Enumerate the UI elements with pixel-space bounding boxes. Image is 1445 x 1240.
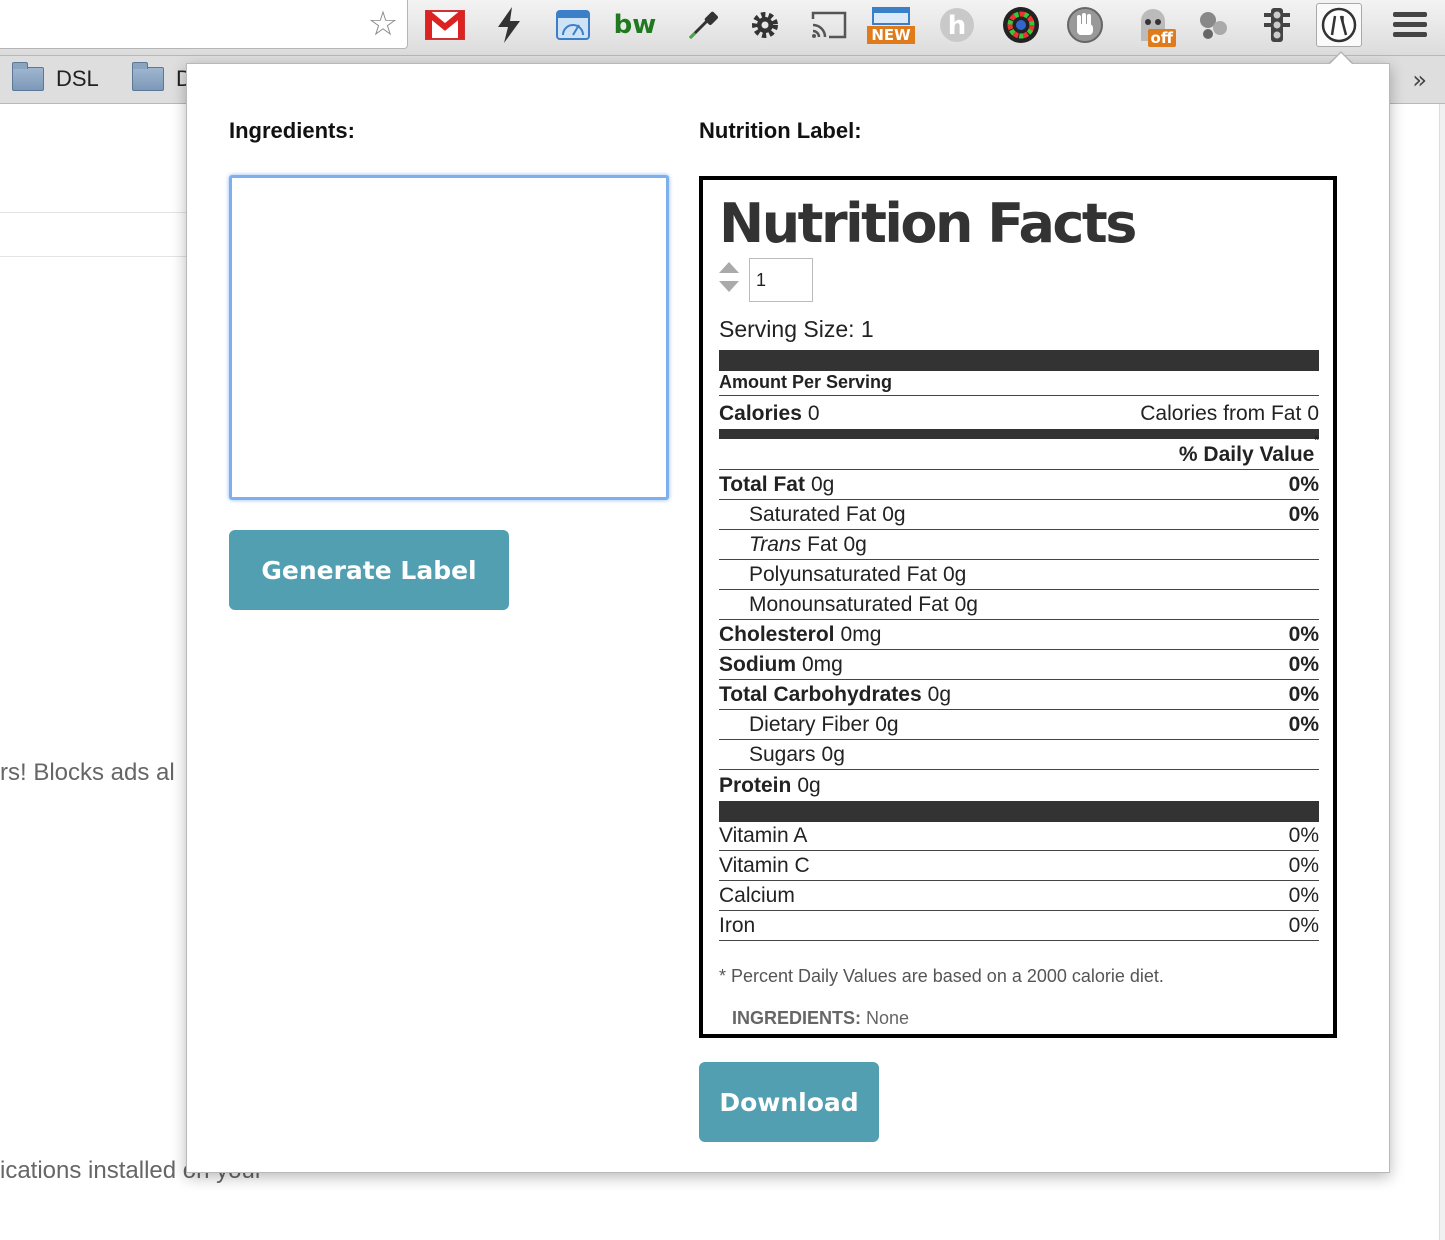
popup-arrow-fill xyxy=(1329,53,1353,65)
color-wheel-extension-icon[interactable] xyxy=(998,3,1044,47)
stepper-up-arrow-icon[interactable] xyxy=(719,262,739,273)
daily-value-percent: 0% xyxy=(1288,473,1319,496)
nutrient-row-saturated-fat: Saturated Fat 0g 0% xyxy=(719,500,1319,530)
daily-value-percent: 0% xyxy=(1288,914,1319,937)
daily-value-percent: 0% xyxy=(1288,653,1319,676)
daily-value-percent: 0% xyxy=(1288,623,1319,646)
ghost-off-extension-icon[interactable]: off xyxy=(1130,3,1176,47)
thick-divider xyxy=(719,801,1319,822)
gmail-extension-icon[interactable] xyxy=(422,3,468,47)
nutrient-row-dietary-fiber: Dietary Fiber 0g 0% xyxy=(719,710,1319,740)
nutrition-label-heading: Nutrition Label: xyxy=(699,118,862,143)
calories-label: Calories xyxy=(719,402,802,425)
nutrition-facts-title: Nutrition Facts xyxy=(719,192,1137,255)
background-text: rs! Blocks ads al xyxy=(0,759,175,786)
nutrient-row-monounsaturated-fat: Monounsaturated Fat 0g xyxy=(719,590,1319,620)
extension-popup: Ingredients: Nutrition Label: Generate L… xyxy=(186,63,1390,1173)
generate-label-button[interactable]: Generate Label xyxy=(229,530,509,610)
daily-value-header-row: % Daily Value* xyxy=(719,433,1319,470)
nutrient-row-sodium: Sodium 0mg 0% xyxy=(719,650,1319,680)
vitamin-row-calcium: Calcium 0% xyxy=(719,881,1319,911)
nutrition-facts-label: Nutrition Facts Serving Size: 1 Amount P… xyxy=(699,176,1337,1038)
background-divider xyxy=(0,256,190,257)
label-ingredients-heading: INGREDIENTS: xyxy=(732,1008,862,1028)
vitamin-row-vitamin-c: Vitamin C 0% xyxy=(719,851,1319,881)
bookmark-star-icon[interactable]: ☆ xyxy=(365,4,401,44)
off-badge: off xyxy=(1147,29,1176,47)
daily-value-percent: 0% xyxy=(1288,824,1319,847)
h-extension-icon[interactable]: h xyxy=(934,3,980,47)
svg-text:h: h xyxy=(948,11,967,41)
bookmarks-overflow-icon[interactable]: » xyxy=(1412,66,1427,94)
servings-input[interactable] xyxy=(749,258,813,302)
bookmark-label: DSL xyxy=(56,66,99,91)
nutrient-row-polyunsaturated-fat: Polyunsaturated Fat 0g xyxy=(719,560,1319,590)
folder-icon xyxy=(132,62,164,91)
nutrition-label-extension-icon[interactable] xyxy=(1316,3,1362,47)
nutrient-row-total-carbohydrates: Total Carbohydrates 0g 0% xyxy=(719,680,1319,710)
gear-extension-icon[interactable] xyxy=(742,3,788,47)
label-ingredients-value: None xyxy=(866,1008,910,1028)
serving-size: Serving Size: 1 xyxy=(719,316,874,343)
bookmark-folder-dsl[interactable]: DSL xyxy=(12,62,99,93)
bw-extension-icon[interactable]: bw xyxy=(612,3,658,47)
servings-stepper[interactable] xyxy=(719,262,739,298)
speedtest-extension-icon[interactable] xyxy=(550,3,596,47)
nutrient-row-total-fat: Total Fat 0g 0% xyxy=(719,470,1319,500)
vitamin-row-vitamin-a: Vitamin A 0% xyxy=(719,821,1319,851)
browser-toolbar: ☆ bw NEW h off xyxy=(0,0,1445,56)
stepper-down-arrow-icon[interactable] xyxy=(719,281,739,292)
background-divider xyxy=(0,212,190,213)
bubbles-extension-icon[interactable] xyxy=(1190,3,1236,47)
nutrient-row-protein: Protein 0g xyxy=(719,774,821,797)
page-scrollbar[interactable] xyxy=(1439,104,1445,1240)
medium-divider xyxy=(719,429,1319,439)
nutrient-row-trans-fat: Trans Fat 0g xyxy=(719,530,1319,560)
calories-from-fat-label: Calories from Fat xyxy=(1140,402,1302,425)
vitamin-row-iron: Iron 0% xyxy=(719,911,1319,941)
serving-size-label: Serving Size: xyxy=(719,316,855,342)
address-bar[interactable]: ☆ xyxy=(0,0,408,49)
folder-icon xyxy=(12,62,44,91)
daily-value-percent: 0% xyxy=(1288,683,1319,706)
amount-per-serving: Amount Per Serving xyxy=(719,372,893,392)
label-ingredients: INGREDIENTS: None xyxy=(732,1008,909,1029)
cast-extension-icon[interactable] xyxy=(806,3,852,47)
ingredients-heading: Ingredients: xyxy=(229,118,355,143)
traffic-light-extension-icon[interactable] xyxy=(1254,3,1300,47)
calories-row: Calories 0 Calories from Fat 0 xyxy=(719,398,1319,428)
browser-menu-icon[interactable] xyxy=(1393,12,1427,38)
daily-value-percent: 0% xyxy=(1288,854,1319,877)
calories-from-fat-value: 0 xyxy=(1307,402,1319,425)
daily-value-footnote: * Percent Daily Values are based on a 20… xyxy=(719,966,1164,986)
amount-per-serving-row: Amount Per Serving xyxy=(719,368,1319,396)
daily-value-percent: 0% xyxy=(1288,503,1319,526)
download-button[interactable]: Download xyxy=(699,1062,879,1142)
bookmark-folder-d[interactable]: D xyxy=(132,62,192,93)
new-badge: NEW xyxy=(867,26,915,44)
hand-stop-extension-icon[interactable] xyxy=(1062,3,1108,47)
daily-value-percent: 0% xyxy=(1288,713,1319,736)
calories-value: 0 xyxy=(807,402,820,425)
daily-value-percent: 0% xyxy=(1288,884,1319,907)
nutrient-row-sugars: Sugars 0g xyxy=(719,740,1319,770)
nutrient-row-cholesterol: Cholesterol 0mg 0% xyxy=(719,620,1319,650)
ingredients-input[interactable] xyxy=(229,175,669,500)
daily-value-header: % Daily Value* xyxy=(1178,433,1319,466)
new-tab-extension-icon[interactable]: NEW xyxy=(867,3,915,47)
lightning-extension-icon[interactable] xyxy=(486,3,532,47)
serving-size-value: 1 xyxy=(860,316,874,342)
eyedropper-extension-icon[interactable] xyxy=(680,3,726,47)
